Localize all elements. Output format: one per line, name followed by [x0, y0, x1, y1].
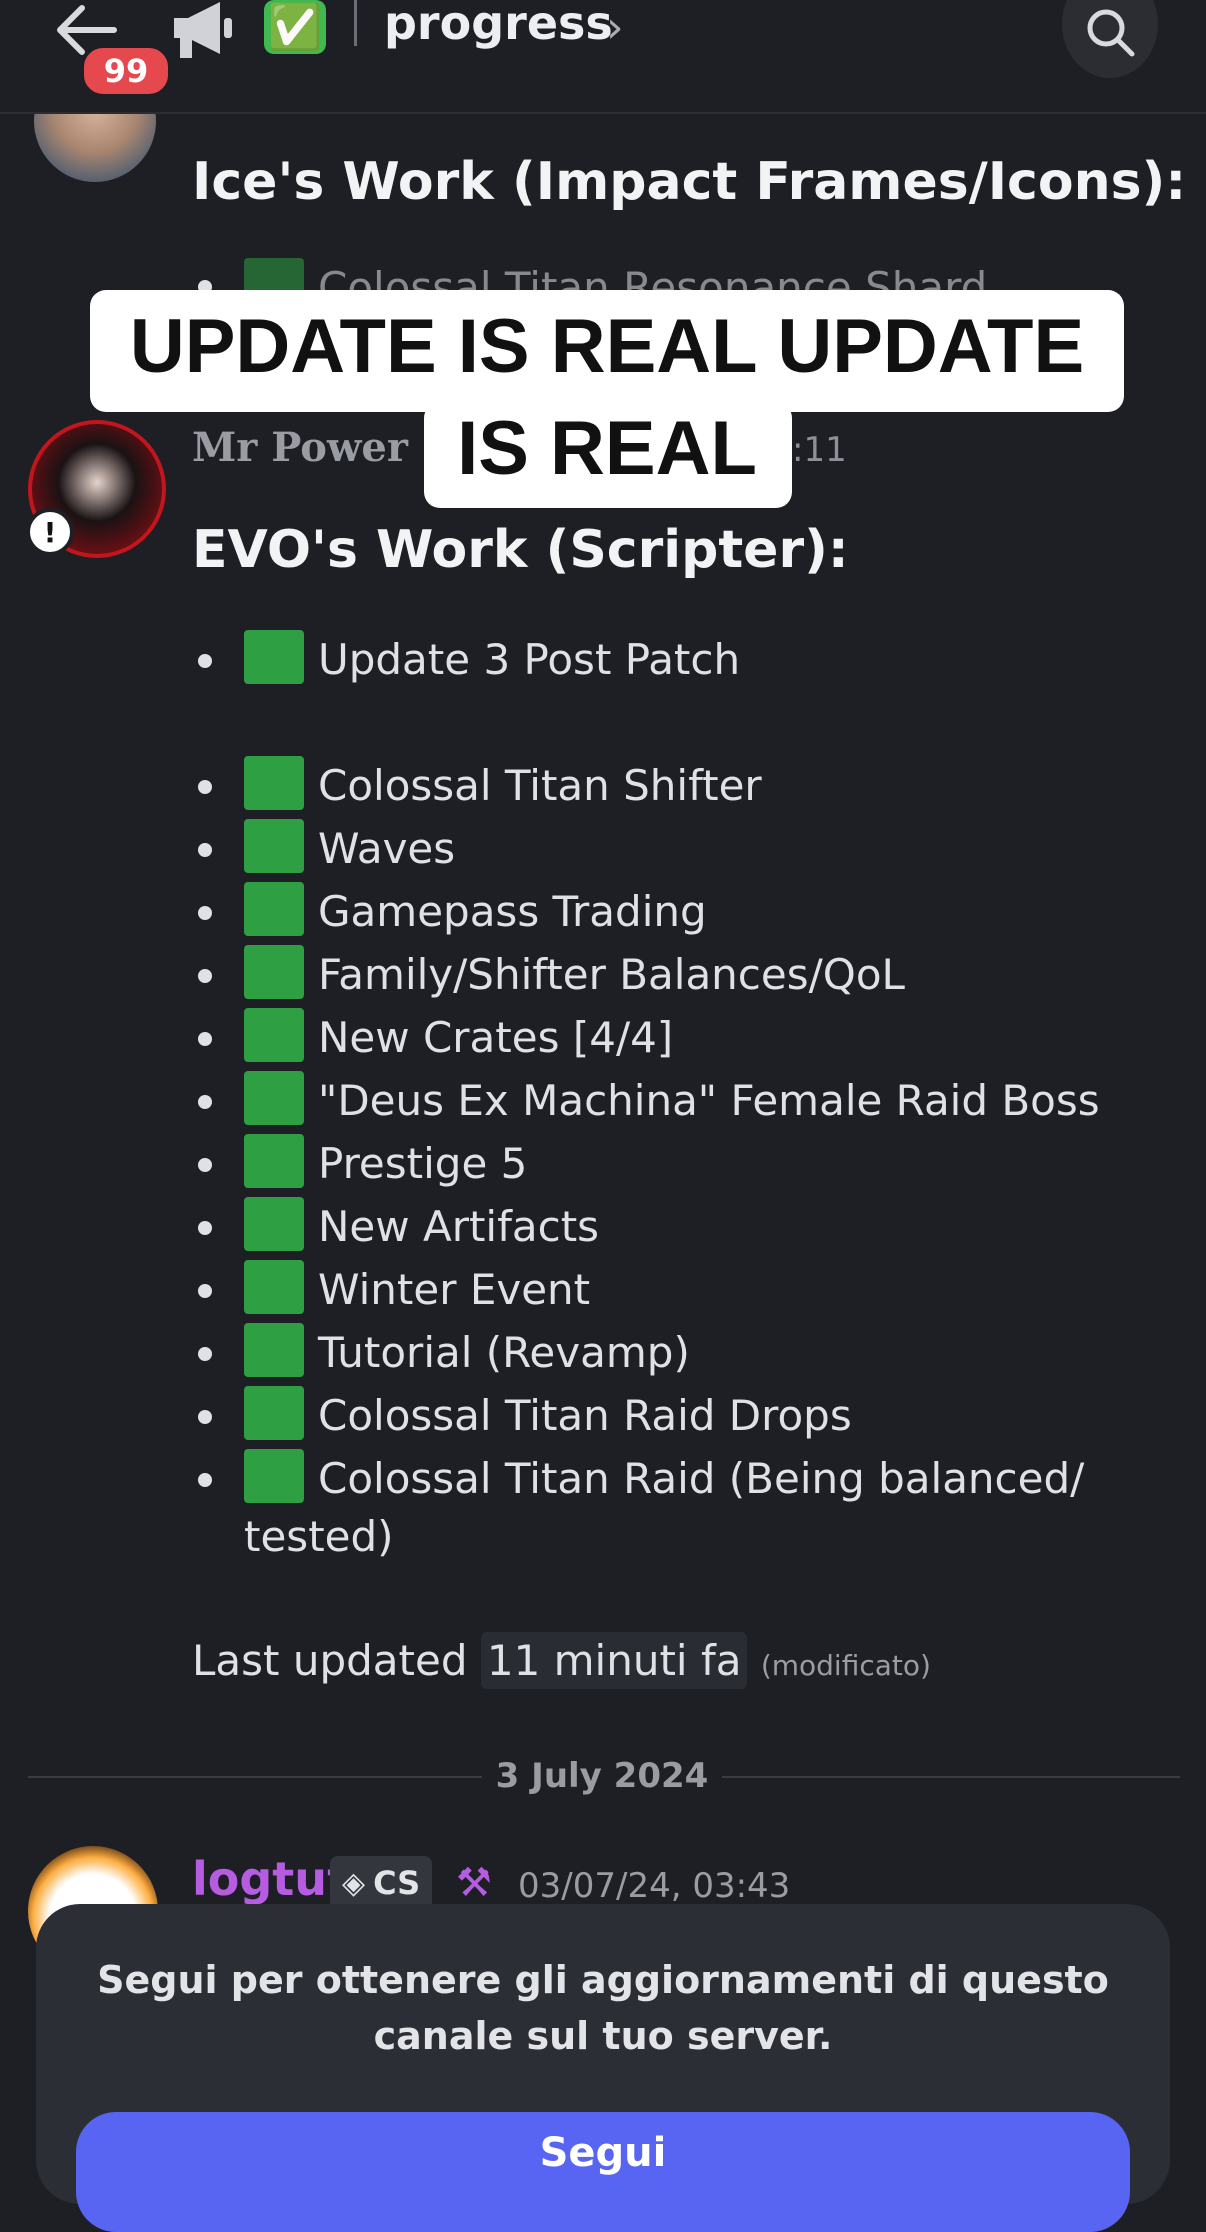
list-item: Colossal Titan Raid (Being balanced/ [192, 1449, 1084, 1503]
follow-prompt: Segui per ottenere gli aggiornamenti di … [97, 1958, 1109, 2058]
header-divider [354, 0, 357, 46]
megaphone-icon [170, 0, 236, 62]
green-square-icon [244, 1260, 304, 1314]
search-button[interactable] [1062, 0, 1158, 78]
green-square-icon [244, 1449, 304, 1503]
list-item: Prestige 5 [192, 1134, 527, 1188]
list-item-label: New Crates [4/4] [318, 1013, 674, 1062]
caption-text: UPDATE IS REAL UPDATE IS REAL [129, 304, 1085, 491]
green-square-icon [244, 1197, 304, 1251]
green-square-icon [244, 1071, 304, 1125]
list-item-label: Family/Shifter Balances/QoL [318, 950, 905, 999]
alert-icon: ! [26, 508, 74, 556]
server-tag[interactable]: ◈ CS [330, 1856, 433, 1910]
list-item-label: Winter Event [318, 1265, 591, 1314]
channel-header: 99 ✅ progress › [0, 0, 1206, 114]
list-item-label: tested) [244, 1512, 394, 1561]
green-square-icon [244, 1323, 304, 1377]
list-item-label: Colossal Titan Raid Drops [318, 1391, 852, 1440]
list-item: Gamepass Trading [192, 882, 707, 936]
message-timestamp: 03/07/24, 03:43 [518, 1866, 791, 1906]
green-square-icon [244, 1008, 304, 1062]
green-square-icon [244, 1134, 304, 1188]
hammer-icon: ⚒ [456, 1860, 492, 1906]
green-square-icon [244, 756, 304, 810]
search-icon [1087, 9, 1135, 57]
list-item: Family/Shifter Balances/QoL [192, 945, 905, 999]
green-square-icon [244, 945, 304, 999]
diamond-icon: ◈ [342, 1865, 366, 1901]
evo-work-heading: EVO's Work (Scripter): [192, 520, 849, 580]
list-item: New Artifacts [192, 1197, 599, 1251]
list-item: New Crates [4/4] [192, 1008, 673, 1062]
list-item: tested) [244, 1512, 394, 1561]
ice-work-heading: Ice's Work (Impact Frames/Icons): [192, 152, 1187, 212]
channel-name[interactable]: progress [384, 0, 613, 50]
unread-badge: 99 [80, 44, 172, 98]
chevron-right-icon[interactable]: › [606, 2, 624, 53]
last-updated-label: Last updated [192, 1636, 468, 1685]
list-item: Update 3 Post Patch [192, 630, 740, 684]
list-item-label: Update 3 Post Patch [318, 635, 741, 684]
list-item: Colossal Titan Raid Drops [192, 1386, 852, 1440]
last-updated: Last updated 11 minuti fa (modificato) [192, 1632, 931, 1689]
list-item-label: Colossal Titan Raid (Being balanced/ [318, 1454, 1085, 1503]
checkmark-emoji-icon: ✅ [264, 0, 326, 54]
green-square-icon [244, 819, 304, 873]
list-item-label: Prestige 5 [318, 1139, 528, 1188]
green-square-icon [244, 1386, 304, 1440]
green-square-icon [244, 882, 304, 936]
relative-timestamp[interactable]: 11 minuti fa [480, 1632, 748, 1689]
list-item: "Deus Ex Machina" Female Raid Boss [192, 1071, 1100, 1125]
list-item: Colossal Titan Shifter [192, 756, 762, 810]
green-square-icon [244, 630, 304, 684]
list-item-label: Waves [318, 824, 456, 873]
author-name[interactable]: logtuf [192, 1852, 347, 1906]
server-tag-label: CS [373, 1864, 421, 1902]
list-item: Tutorial (Revamp) [192, 1323, 690, 1377]
list-item: Winter Event [192, 1260, 590, 1314]
date-divider-line [722, 1776, 1180, 1778]
date-divider-line [28, 1776, 482, 1778]
list-item: Waves [192, 819, 455, 873]
list-item-label: "Deus Ex Machina" Female Raid Boss [318, 1076, 1100, 1125]
follow-button[interactable]: Segui [76, 2112, 1130, 2232]
list-item-label: Tutorial (Revamp) [318, 1328, 690, 1377]
list-item-label: New Artifacts [318, 1202, 600, 1251]
date-divider: 3 July 2024 [495, 1756, 709, 1796]
list-item-label: Gamepass Trading [318, 887, 707, 936]
edited-label: (modificato) [760, 1649, 931, 1682]
list-item-label: Colossal Titan Shifter [318, 761, 762, 810]
